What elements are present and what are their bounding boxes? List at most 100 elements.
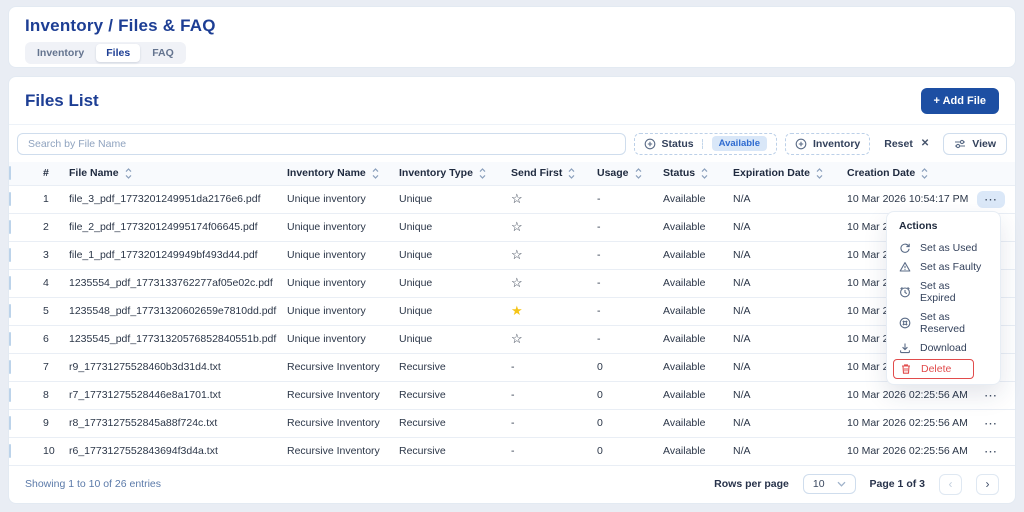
- row-checkbox[interactable]: [9, 444, 11, 459]
- sort-icon[interactable]: [372, 167, 379, 179]
- send-first-star-icon[interactable]: ★: [511, 304, 523, 318]
- inventory-name-cell: Unique inventory: [287, 277, 366, 290]
- table-row: 3 file_1_pdf_1773201249949bf493d44.pdf Uni…: [9, 242, 1015, 270]
- send-first-star-icon[interactable]: ☆: [511, 248, 523, 262]
- select-all-checkbox[interactable]: [9, 166, 11, 181]
- status-cell: Available: [663, 249, 706, 262]
- add-file-button[interactable]: + Add File: [920, 87, 999, 114]
- page-title: Inventory / Files & FAQ: [25, 16, 216, 35]
- tab-inventory[interactable]: Inventory: [27, 44, 94, 62]
- status-cell: Available: [663, 417, 706, 430]
- files-list-card: Files List + Add File Status Available I…: [8, 76, 1016, 504]
- sort-icon[interactable]: [479, 167, 486, 179]
- column-header-inventory-name[interactable]: Inventory Name: [281, 167, 393, 179]
- send-first-empty: -: [511, 361, 515, 374]
- column-header-inventory-type[interactable]: Inventory Type: [393, 167, 505, 179]
- usage-cell: -: [597, 249, 601, 262]
- expiration-date-cell: N/A: [733, 445, 751, 458]
- close-icon: ✕: [920, 138, 930, 150]
- row-checkbox[interactable]: [9, 388, 11, 403]
- file-name-cell: r9_17731275528460b3d31d4.txt: [69, 361, 221, 374]
- row-checkbox[interactable]: [9, 332, 11, 347]
- reset-label: Reset: [884, 137, 913, 150]
- status-cell: Available: [663, 445, 706, 458]
- table-row: 9 r8_1773127552845a88f724c.txt Recursive I…: [9, 410, 1015, 438]
- row-checkbox[interactable]: [9, 276, 11, 291]
- sort-icon[interactable]: [125, 167, 132, 179]
- status-filter-button[interactable]: Status Available: [633, 132, 777, 155]
- table-footer: Showing 1 to 10 of 26 entries Rows per p…: [9, 466, 1015, 503]
- creation-date-cell: 10 Mar 2026 02:25:56 AM: [847, 417, 968, 430]
- expiration-date-cell: N/A: [733, 277, 751, 290]
- column-header-usage[interactable]: Usage: [591, 167, 657, 179]
- rows-per-page-value: 10: [812, 478, 825, 491]
- row-actions-button[interactable]: ⋯: [977, 190, 1005, 208]
- sort-icon[interactable]: [635, 167, 642, 179]
- table-row: 1 file_3_pdf_1773201249951da2176e6.pdf Uni…: [9, 186, 1015, 214]
- filter-divider: [701, 138, 703, 149]
- row-checkbox[interactable]: [9, 360, 11, 375]
- rows-per-page-select[interactable]: 10: [802, 474, 856, 495]
- menu-item-set-as-expired[interactable]: Set as Expired: [887, 276, 1000, 307]
- sort-icon[interactable]: [568, 167, 575, 179]
- table-row: 7 r9_17731275528460b3d31d4.txt Recursive I…: [9, 354, 1015, 382]
- tab-faq[interactable]: FAQ: [142, 44, 184, 62]
- menu-item-download[interactable]: Download: [887, 338, 1000, 357]
- file-name-cell: file_3_pdf_1773201249951da2176e6.pdf: [69, 193, 261, 206]
- menu-item-set-as-used[interactable]: Set as Used: [887, 238, 1000, 257]
- send-first-empty: -: [511, 389, 515, 402]
- row-checkbox[interactable]: [9, 248, 11, 263]
- reset-filters-button[interactable]: Reset ✕: [878, 138, 935, 150]
- inventory-name-cell: Recursive Inventory: [287, 361, 380, 374]
- plus-circle-icon: [644, 138, 656, 150]
- row-actions-button[interactable]: ⋯: [977, 415, 1005, 432]
- row-actions-button[interactable]: ⋯: [977, 387, 1005, 404]
- search-input[interactable]: [17, 132, 626, 155]
- sort-icon[interactable]: [816, 167, 823, 179]
- creation-date-cell: 10 Mar 2026 10:54:17 PM: [847, 193, 969, 206]
- column-header-file-name[interactable]: File Name: [63, 167, 281, 179]
- row-checkbox[interactable]: [9, 192, 11, 207]
- send-first-star-icon[interactable]: ☆: [511, 332, 523, 346]
- sort-icon[interactable]: [921, 167, 928, 179]
- table-row: 4 1235554_pdf_1773133762277af05e02c.pdf Un…: [9, 270, 1015, 298]
- view-columns-button[interactable]: View: [943, 132, 1007, 155]
- status-filter-value-badge[interactable]: Available: [711, 136, 767, 152]
- column-header-status[interactable]: Status: [657, 167, 727, 179]
- table-row: 8 r7_17731275528446e8a1701.txt Recursive I…: [9, 382, 1015, 410]
- file-name-cell: r8_1773127552845a88f724c.txt: [69, 417, 218, 430]
- status-cell: Available: [663, 221, 706, 234]
- refresh-icon: [899, 242, 911, 254]
- inventory-name-cell: Unique inventory: [287, 221, 366, 234]
- status-cell: Available: [663, 193, 706, 206]
- expiration-date-cell: N/A: [733, 193, 751, 206]
- page-indicator: Page 1 of 3: [869, 478, 925, 491]
- row-checkbox[interactable]: [9, 416, 11, 431]
- chevron-down-icon: [837, 481, 846, 487]
- send-first-star-icon[interactable]: ☆: [511, 192, 523, 206]
- next-page-button[interactable]: ›: [976, 473, 999, 495]
- menu-item-set-as-reserved[interactable]: Set as Reserved: [887, 307, 1000, 338]
- rows-per-page-label: Rows per page: [714, 478, 789, 491]
- sort-icon[interactable]: [701, 167, 708, 179]
- send-first-star-icon[interactable]: ☆: [511, 276, 523, 290]
- column-header-send-first[interactable]: Send First: [505, 167, 591, 179]
- column-header-creation-date[interactable]: Creation Date: [841, 167, 977, 179]
- send-first-star-icon[interactable]: ☆: [511, 220, 523, 234]
- inventory-type-cell: Recursive: [399, 417, 446, 430]
- menu-item-set-as-faulty[interactable]: Set as Faulty: [887, 257, 1000, 276]
- row-actions-button[interactable]: ⋯: [977, 443, 1005, 460]
- row-checkbox[interactable]: [9, 220, 11, 235]
- showing-entries-text: Showing 1 to 10 of 26 entries: [25, 478, 162, 491]
- inventory-name-cell: Unique inventory: [287, 333, 366, 346]
- row-actions-menu: Actions Set as Used Set as Faulty Set as E…: [886, 211, 1001, 385]
- download-icon: [899, 342, 911, 354]
- inventory-filter-button[interactable]: Inventory: [784, 132, 871, 155]
- tab-files[interactable]: Files: [96, 44, 141, 62]
- row-checkbox[interactable]: [9, 304, 11, 319]
- menu-item-delete[interactable]: Delete: [893, 359, 974, 379]
- inventory-filter-label: Inventory: [812, 137, 861, 150]
- column-header-expiration-date[interactable]: Expiration Date: [727, 167, 841, 179]
- previous-page-button[interactable]: ‹: [939, 473, 962, 495]
- table-row: 5 1235548_pdf_17731320602659e7810dd.pdf Un…: [9, 298, 1015, 326]
